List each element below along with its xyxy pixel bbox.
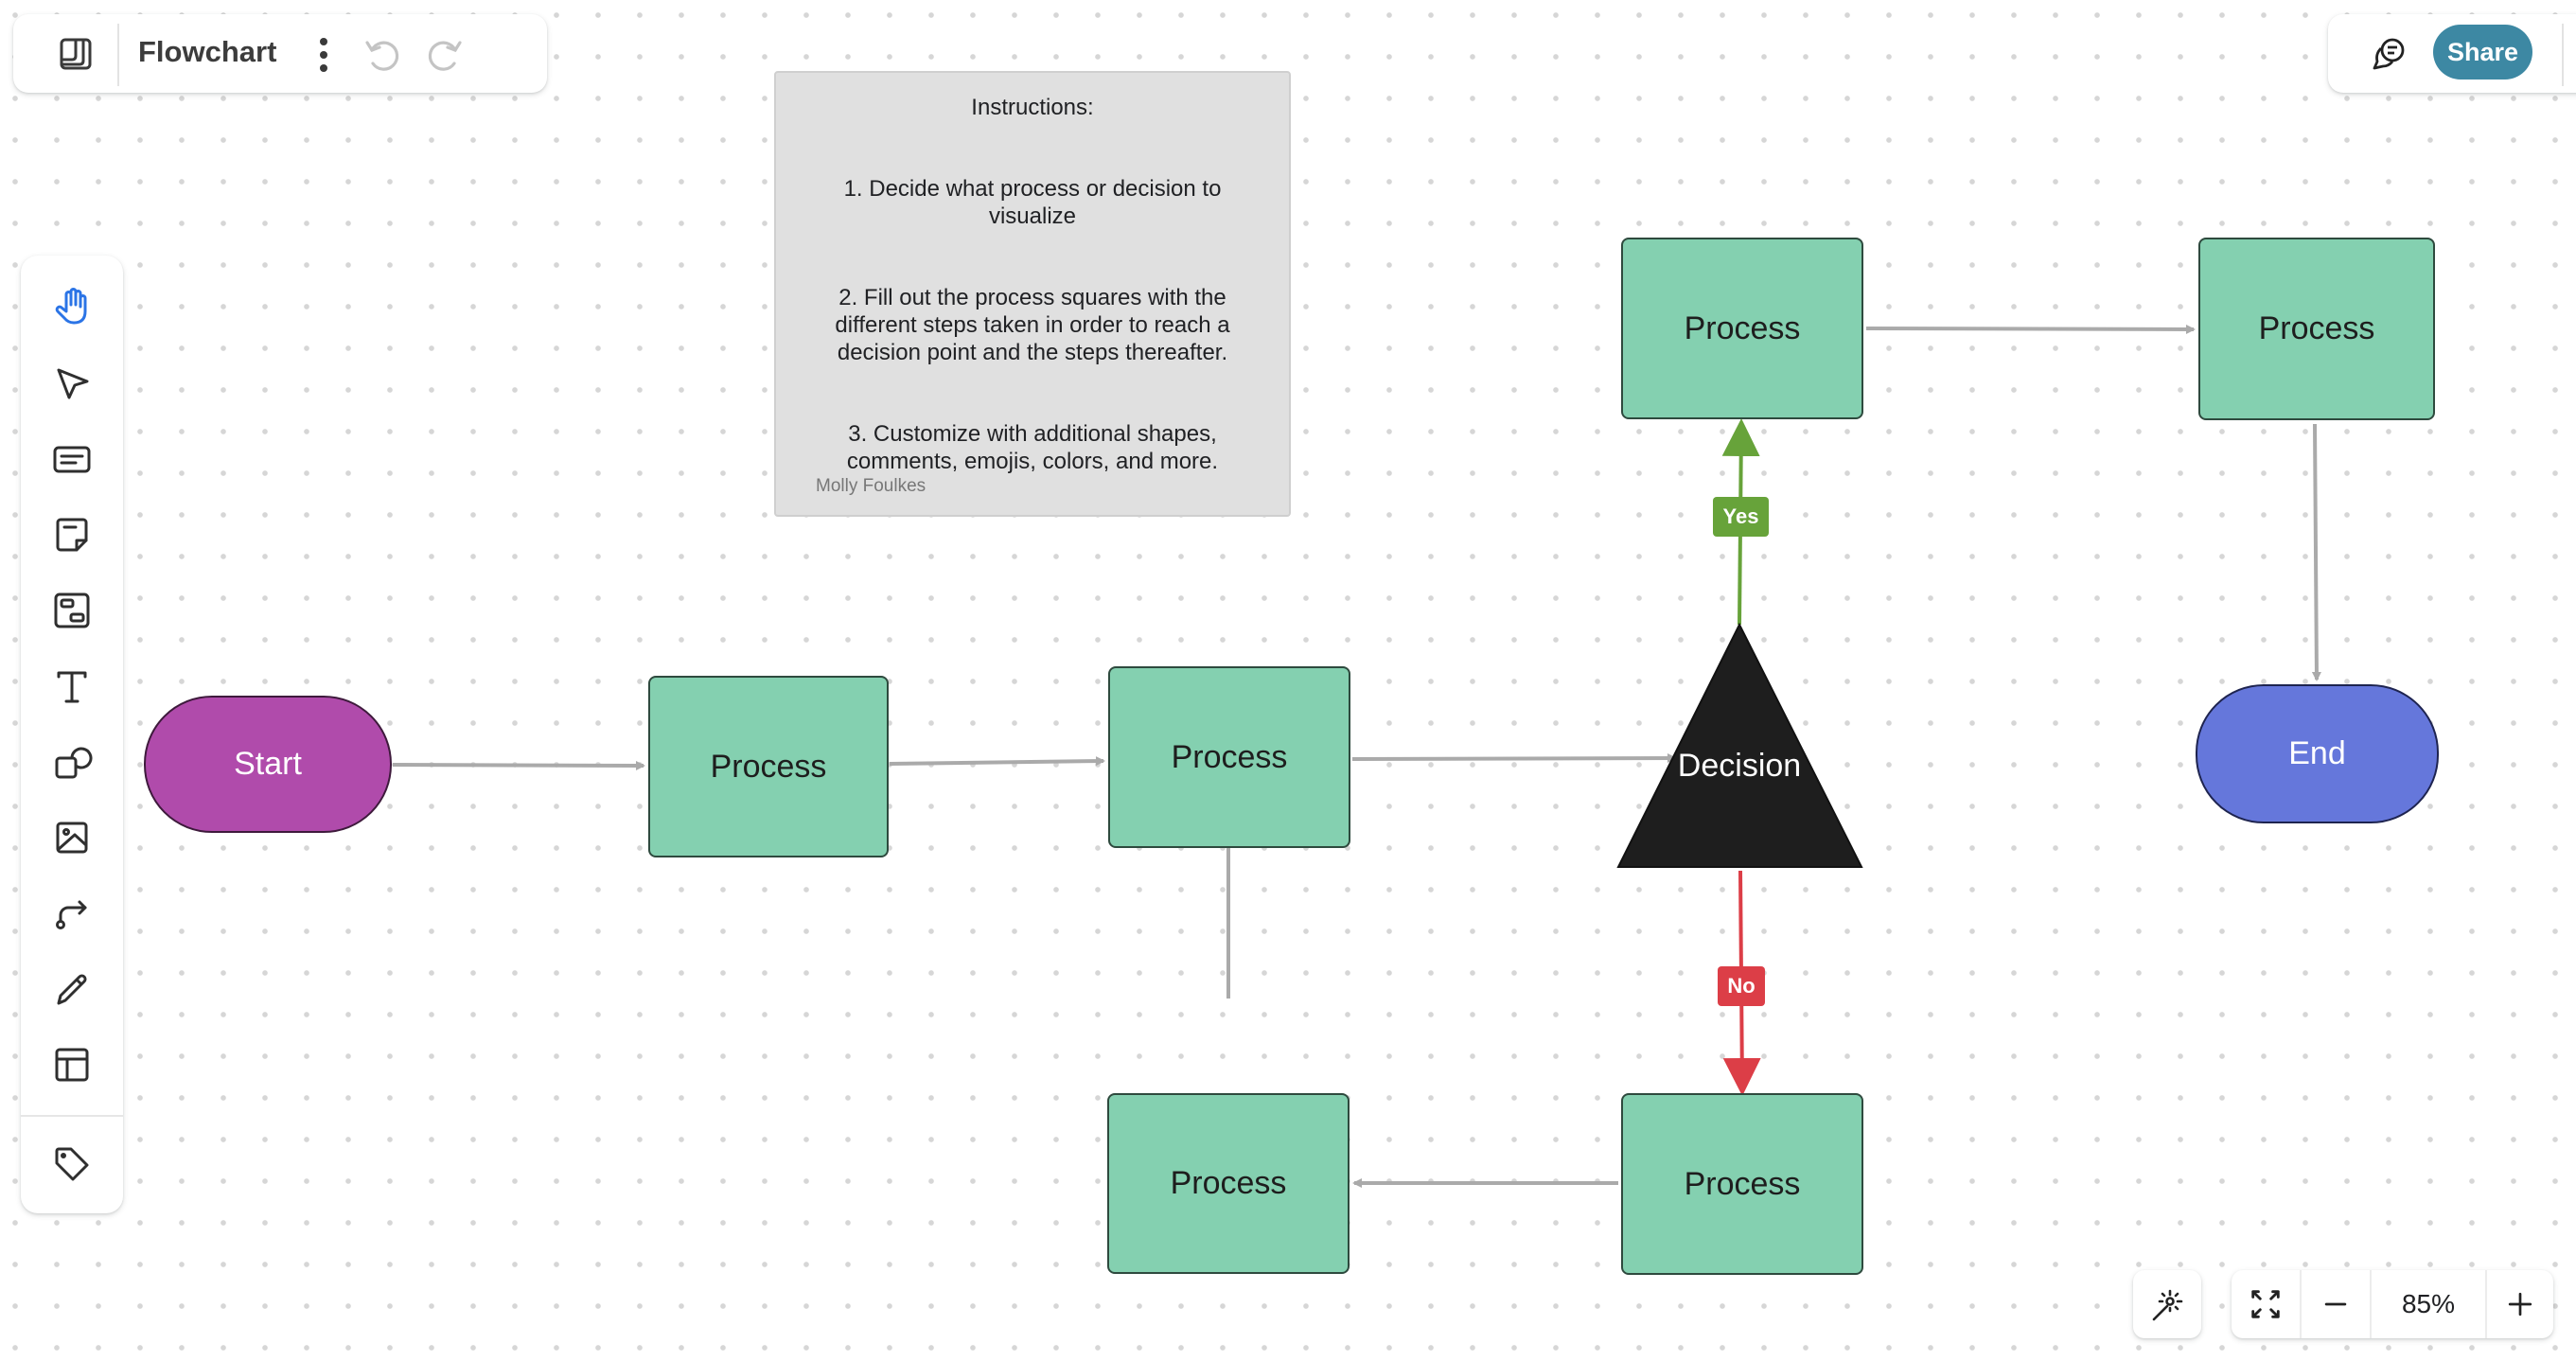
magic-wand-button[interactable] — [2133, 1270, 2201, 1338]
tool-tag[interactable] — [45, 1138, 98, 1191]
process-label: Process — [1170, 1165, 1287, 1201]
text-icon — [57, 671, 87, 703]
process-node-2[interactable]: Process — [1108, 666, 1350, 848]
undo-icon[interactable] — [363, 37, 401, 75]
tool-image[interactable] — [45, 811, 98, 864]
tool-text-box[interactable] — [45, 433, 98, 486]
process-label: Process — [2258, 310, 2375, 346]
instructions-author: Molly Foulkes — [816, 476, 926, 496]
header-right-bar: Share — [2328, 14, 2576, 93]
tool-connector[interactable] — [45, 887, 98, 940]
image-icon — [56, 822, 88, 854]
no-edge-label[interactable]: No — [1718, 966, 1765, 1006]
frame-icon — [54, 592, 90, 628]
connector-icon — [56, 900, 87, 929]
edge-p4-to-end[interactable] — [2311, 423, 2321, 681]
start-label: Start — [234, 746, 302, 782]
edge-p1-to-p2[interactable] — [889, 756, 1105, 767]
share-button[interactable]: Share — [2433, 25, 2532, 80]
comment-icon[interactable] — [2370, 35, 2408, 73]
instructions-heading: Instructions: — [971, 95, 1094, 120]
more-vertical-icon[interactable] — [314, 35, 333, 75]
board-icon[interactable] — [59, 37, 93, 71]
zoom-in-button[interactable] — [2487, 1270, 2553, 1338]
zoom-out-button[interactable] — [2302, 1270, 2370, 1338]
decision-label: Decision — [1677, 748, 1802, 784]
process-node-6[interactable]: Process — [1107, 1093, 1350, 1274]
process-node-3[interactable]: Process — [1621, 238, 1863, 419]
zoom-level[interactable]: 85% — [2372, 1270, 2485, 1338]
plus-icon — [2508, 1292, 2532, 1317]
process-node-1[interactable]: Process — [648, 676, 889, 857]
edge-p2-to-decision[interactable] — [1351, 753, 1677, 764]
header-right-divider — [2562, 24, 2564, 86]
magic-wand-icon — [2152, 1289, 2183, 1321]
toolbar-divider — [21, 1115, 123, 1117]
end-node[interactable]: End — [2196, 684, 2439, 823]
process-label: Process — [1684, 309, 1801, 346]
tool-template[interactable] — [45, 1038, 98, 1091]
tool-sticky-note[interactable] — [45, 508, 98, 561]
hand-icon — [55, 288, 87, 325]
header-divider — [117, 24, 119, 86]
edge-p3-to-p4[interactable] — [1865, 324, 2196, 334]
tool-select[interactable] — [45, 357, 98, 410]
tag-icon — [55, 1147, 89, 1181]
tool-shapes[interactable] — [45, 735, 98, 788]
board-title[interactable]: Flowchart — [138, 35, 276, 69]
tool-frame[interactable] — [45, 584, 98, 637]
fit-screen-button[interactable] — [2232, 1270, 2300, 1338]
edge-start-to-p1[interactable] — [392, 760, 645, 770]
process-node-5[interactable]: Process — [1621, 1093, 1863, 1275]
tool-palette — [21, 256, 123, 1213]
process-node-4[interactable]: Process — [2198, 238, 2435, 420]
minus-icon — [2324, 1302, 2347, 1306]
process-label: Process — [1684, 1165, 1801, 1202]
process-label: Process — [1171, 738, 1288, 775]
sticky-note-icon — [56, 518, 88, 552]
shapes-icon — [55, 747, 93, 779]
end-label: End — [2288, 735, 2346, 771]
yes-edge-label[interactable]: Yes — [1713, 497, 1769, 537]
decision-shape[interactable] — [1616, 622, 1863, 868]
tool-text[interactable] — [45, 660, 98, 713]
tool-pen[interactable] — [45, 963, 98, 1016]
zoom-controls: 85% — [2232, 1270, 2553, 1338]
instructions-step-1: 1. Decide what process or decision to vi… — [843, 176, 1222, 229]
instructions-step-2: 2. Fill out the process squares with the… — [835, 285, 1230, 365]
fit-screen-icon — [2251, 1290, 2280, 1318]
instructions-step-3: 3. Customize with additional shapes, com… — [846, 421, 1219, 474]
template-icon — [55, 1048, 89, 1082]
redo-icon[interactable] — [426, 37, 464, 75]
process-label: Process — [710, 748, 827, 785]
tool-hand[interactable] — [45, 280, 98, 333]
start-node[interactable]: Start — [144, 696, 392, 833]
text-box-icon — [53, 446, 91, 473]
header-bar: Flowchart — [13, 14, 547, 93]
cursor-icon — [57, 368, 89, 399]
instructions-card[interactable]: Instructions: 1. Decide what process or … — [774, 71, 1291, 517]
pen-icon — [57, 974, 87, 1005]
